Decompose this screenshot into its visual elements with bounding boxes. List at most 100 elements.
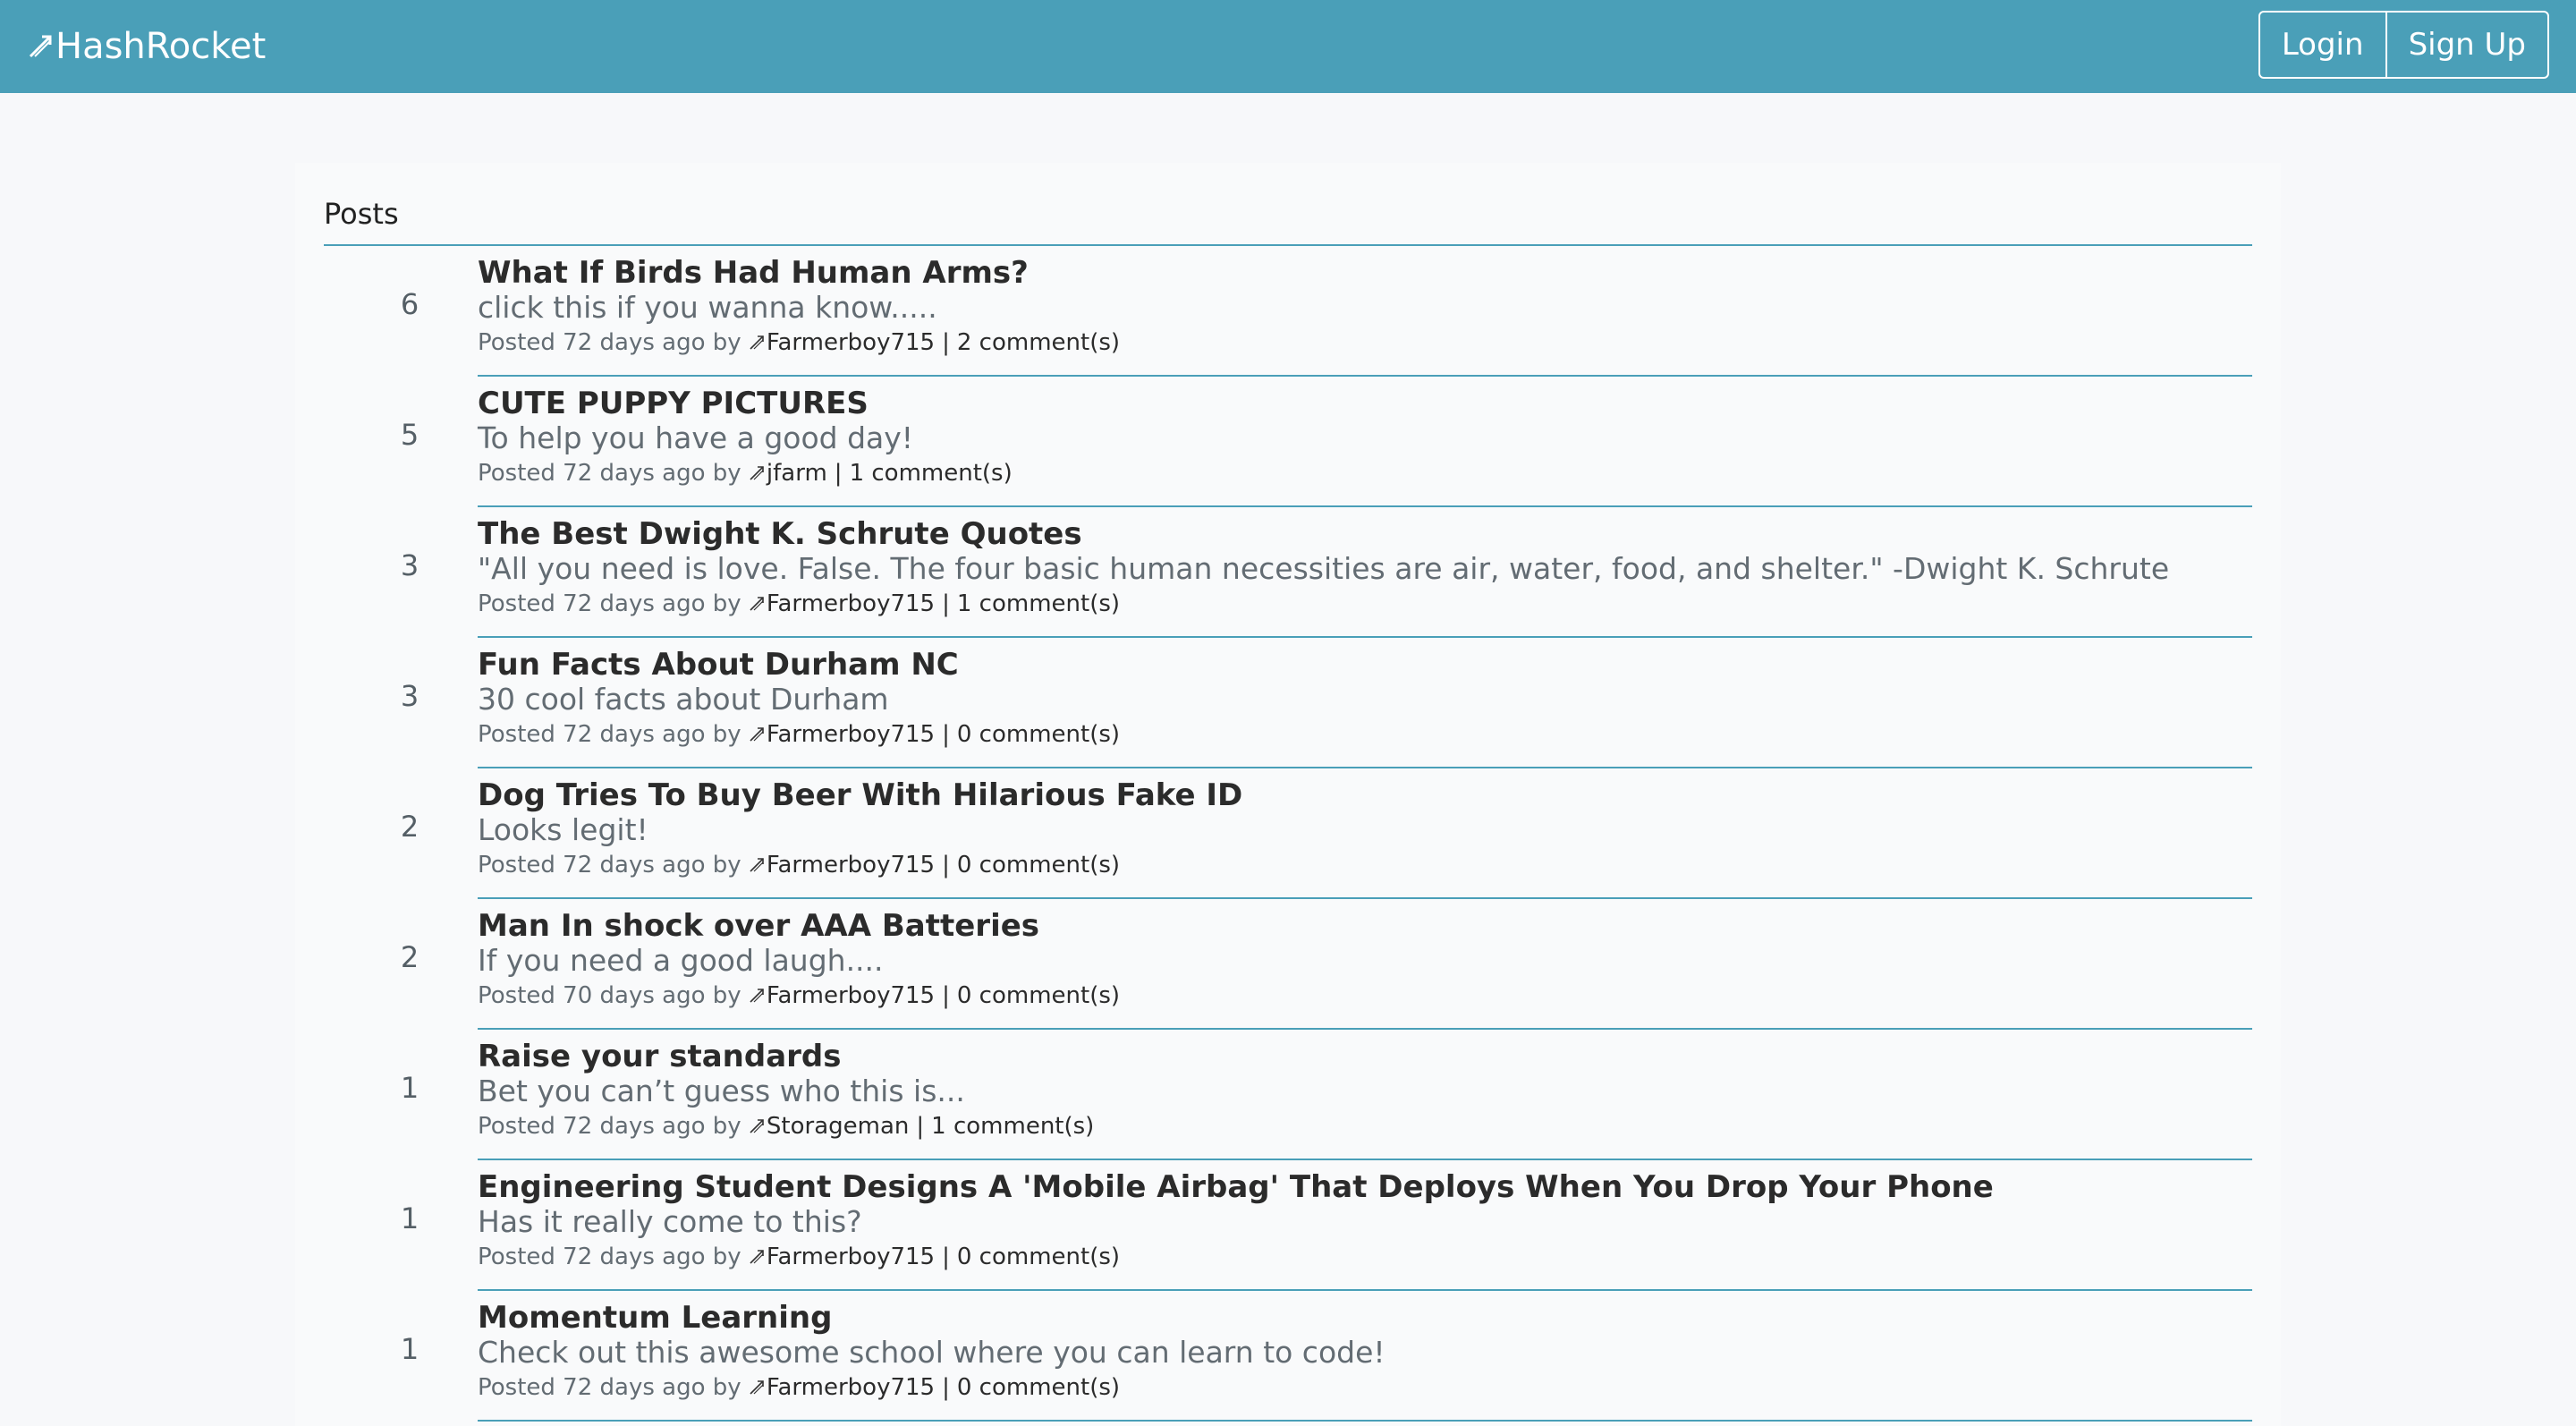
section-title: Posts (324, 197, 399, 231)
post-title-link[interactable]: Momentum Learning (478, 1300, 2252, 1336)
meta-separator: | (834, 460, 843, 487)
post-comments-link[interactable]: 0 comment(s) (957, 982, 1120, 1009)
post-score: 1 (400, 1332, 419, 1366)
post-title-link[interactable]: The Best Dwight K. Schrute Quotes (478, 516, 2252, 552)
by-word: by (712, 1113, 741, 1140)
post-description: Check out this awesome school where you … (478, 1335, 1385, 1370)
post-description: Looks legit! (478, 812, 648, 847)
post-meta: Posted 72 days ago by Farmerboy715 | 0 com… (478, 1371, 2252, 1404)
post-age: 72 days ago (563, 852, 706, 879)
meta-separator: | (942, 982, 950, 1009)
post-score: 1 (400, 1201, 419, 1235)
post-comments-link[interactable]: 1 comment(s) (931, 1113, 1094, 1140)
brand-name: HashRocket (55, 26, 267, 67)
post-title-link[interactable]: CUTE PUPPY PICTURES (478, 386, 2252, 421)
post-content: The Best Dwight K. Schrute Quotes "All yo… (478, 516, 2252, 620)
post-age: 72 days ago (563, 590, 706, 617)
post-comments-link[interactable]: 0 comment(s) (957, 852, 1120, 879)
post-comments-link[interactable]: 0 comment(s) (957, 1374, 1120, 1401)
rocket-icon (749, 460, 767, 487)
post-title-link[interactable]: What If Birds Had Human Arms? (478, 255, 2252, 291)
post-author-link[interactable]: Farmerboy715 (749, 1374, 935, 1401)
post-age: 72 days ago (563, 329, 706, 356)
post-description: To help you have a good day! (478, 420, 914, 455)
post-content: Man In shock over AAA Batteries If you ne… (478, 908, 2252, 1012)
post-comments-link[interactable]: 2 comment(s) (957, 329, 1120, 356)
post-score: 3 (400, 548, 419, 582)
post-content: Engineering Student Designs A 'Mobile Ai… (478, 1169, 2252, 1273)
posted-word: Posted (478, 460, 555, 487)
post-author: Farmerboy715 (766, 329, 936, 356)
meta-separator: | (916, 1113, 925, 1140)
post-row: 1 Raise your standards Bet you can’t guess… (324, 1030, 2252, 1160)
meta-separator: | (942, 1244, 950, 1270)
post-age: 70 days ago (563, 982, 706, 1009)
posted-word: Posted (478, 1244, 555, 1270)
post-meta: Posted 72 days ago by Farmerboy715 | 0 com… (478, 1241, 2252, 1273)
post-description: 30 cool facts about Durham (478, 682, 889, 717)
post-score: 1 (400, 1071, 419, 1105)
post-author-link[interactable]: Farmerboy715 (749, 721, 935, 748)
post-age: 72 days ago (563, 1113, 706, 1140)
post-comments-link[interactable]: 0 comment(s) (957, 721, 1120, 748)
rocket-icon (749, 721, 767, 748)
post-content: What If Birds Had Human Arms? click this … (478, 255, 2252, 359)
post-description: click this if you wanna know..... (478, 290, 937, 325)
posted-word: Posted (478, 982, 555, 1009)
post-author-link[interactable]: Farmerboy715 (749, 329, 935, 356)
post-divider (478, 1420, 2252, 1422)
post-comments-link[interactable]: 1 comment(s) (957, 590, 1120, 617)
post-author-link[interactable]: Farmerboy715 (749, 1244, 935, 1270)
by-word: by (712, 1374, 741, 1401)
post-meta: Posted 72 days ago by Farmerboy715 | 0 com… (478, 718, 2252, 751)
post-title-link[interactable]: Raise your standards (478, 1039, 2252, 1074)
post-age: 72 days ago (563, 460, 706, 487)
post-comments-link[interactable]: 0 comment(s) (957, 1244, 1120, 1270)
post-age: 72 days ago (563, 1374, 706, 1401)
post-author-link[interactable]: Farmerboy715 (749, 982, 935, 1009)
post-row: 2 Dog Tries To Buy Beer With Hilarious Fa… (324, 768, 2252, 899)
auth-buttons: Login Sign Up (2258, 11, 2549, 79)
post-author-link[interactable]: jfarm (749, 460, 827, 487)
by-word: by (712, 590, 741, 617)
login-button[interactable]: Login (2260, 13, 2385, 77)
post-meta: Posted 72 days ago by Farmerboy715 | 0 com… (478, 849, 2252, 881)
post-meta: Posted 72 days ago by jfarm | 1 comment(s) (478, 457, 2252, 489)
post-author-link[interactable]: Storageman (749, 1113, 909, 1140)
by-word: by (712, 721, 741, 748)
post-meta: Posted 70 days ago by Farmerboy715 | 0 com… (478, 980, 2252, 1012)
brand-link[interactable]: HashRocket (27, 21, 266, 72)
rocket-icon (749, 590, 767, 617)
meta-separator: | (942, 852, 950, 879)
post-row: 6 What If Birds Had Human Arms? click this… (324, 246, 2252, 377)
post-row: 5 CUTE PUPPY PICTURES To help you have a g… (324, 377, 2252, 507)
post-row: 3 Fun Facts About Durham NC 30 cool facts … (324, 638, 2252, 768)
post-author-link[interactable]: Farmerboy715 (749, 852, 935, 879)
by-word: by (712, 1244, 741, 1270)
post-author: jfarm (766, 460, 827, 487)
post-title-link[interactable]: Dog Tries To Buy Beer With Hilarious Fak… (478, 777, 2252, 813)
posted-word: Posted (478, 329, 555, 356)
post-age: 72 days ago (563, 1244, 706, 1270)
post-score: 6 (400, 287, 419, 321)
posted-word: Posted (478, 590, 555, 617)
post-title-link[interactable]: Engineering Student Designs A 'Mobile Ai… (478, 1169, 2252, 1205)
post-title-link[interactable]: Man In shock over AAA Batteries (478, 908, 2252, 944)
post-description: Bet you can’t guess who this is... (478, 1074, 965, 1108)
post-content: Momentum Learning Check out this awesome … (478, 1300, 2252, 1404)
signup-button[interactable]: Sign Up (2385, 13, 2547, 77)
rocket-icon (27, 33, 54, 60)
post-row: 1 Momentum Learning Check out this awesome… (324, 1291, 2252, 1422)
rocket-icon (749, 982, 767, 1009)
post-score: 3 (400, 679, 419, 713)
post-content: Raise your standards Bet you can’t guess … (478, 1039, 2252, 1142)
post-row: 1 Engineering Student Designs A 'Mobile A… (324, 1160, 2252, 1291)
posted-word: Posted (478, 1374, 555, 1401)
by-word: by (712, 460, 741, 487)
rocket-icon (749, 1113, 767, 1140)
post-author-link[interactable]: Farmerboy715 (749, 590, 935, 617)
post-title-link[interactable]: Fun Facts About Durham NC (478, 647, 2252, 683)
post-comments-link[interactable]: 1 comment(s) (850, 460, 1013, 487)
post-description: If you need a good laugh.... (478, 943, 884, 978)
posted-word: Posted (478, 721, 555, 748)
